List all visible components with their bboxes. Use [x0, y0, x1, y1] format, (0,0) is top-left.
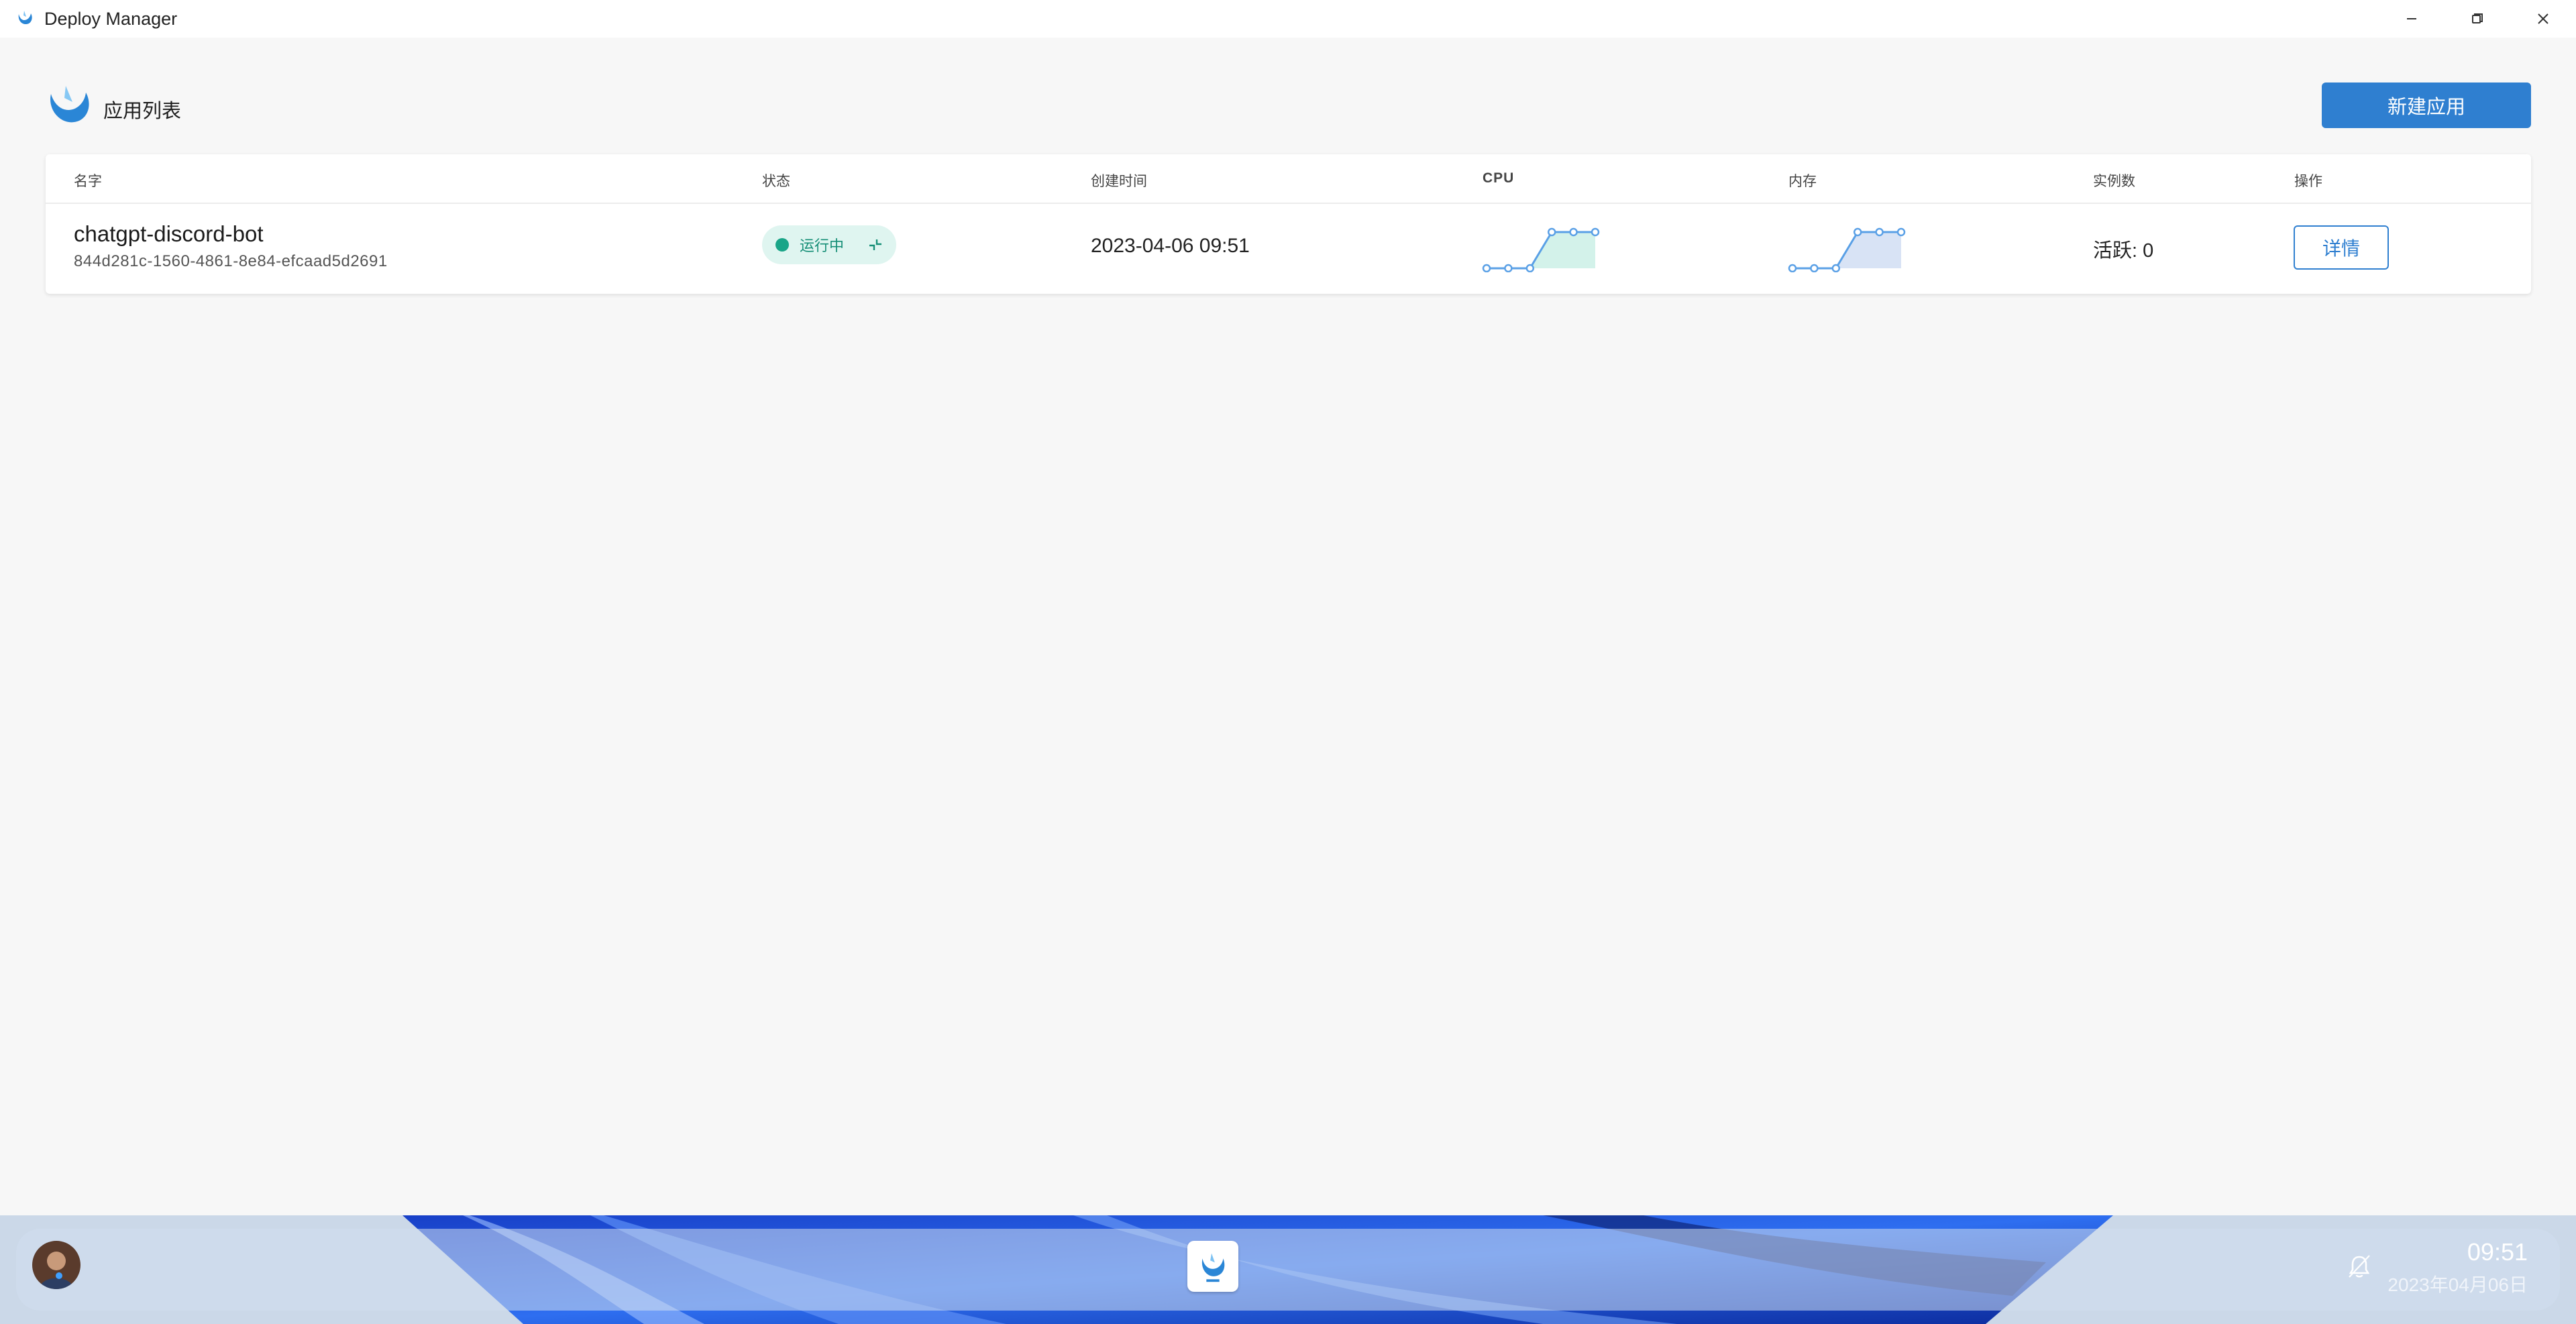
cpu-sparkline-point [1569, 227, 1578, 237]
column-header-memory: 内存 [1788, 174, 1817, 189]
memory-sparkline-point [1853, 227, 1862, 237]
cpu-sparkline-point [1504, 264, 1513, 272]
avatar-image [32, 1241, 80, 1289]
table-header: 名字 状态 创建时间 CPU 内存 实例数 操作 [46, 154, 2531, 204]
minimize-icon [2407, 18, 2416, 19]
column-header-actions: 操作 [2294, 174, 2322, 189]
taskbar-deploy-manager-button[interactable] [1187, 1241, 1238, 1292]
status-badge: 运行中 [762, 225, 896, 264]
clock-date: 2023年04月06日 [2387, 1274, 2528, 1295]
status-label: 运行中 [800, 237, 845, 254]
window-title: Deploy Manager [44, 8, 178, 29]
cpu-sparkline-point [1482, 264, 1491, 272]
column-header-created: 创建时间 [1091, 174, 1147, 189]
cpu-sparkline-point [1591, 227, 1600, 237]
notification-bell-icon[interactable] [2347, 1253, 2372, 1280]
page-title: 应用列表 [103, 101, 182, 122]
taskbar-glass [16, 1229, 2560, 1311]
deploy-manager-logo-icon [18, 11, 32, 25]
minimize-button[interactable] [2379, 0, 2445, 38]
window-titlebar: Deploy Manager [0, 0, 2576, 38]
column-header-status: 状态 [762, 174, 790, 189]
cpu-sparkline-point [1547, 227, 1556, 237]
memory-sparkline [1788, 227, 1906, 272]
restore-button[interactable] [2445, 0, 2510, 38]
memory-sparkline-point [1875, 227, 1884, 237]
clock-time: 09:51 [2467, 1238, 2528, 1266]
cpu-sparkline-point [1525, 264, 1535, 272]
column-header-cpu: CPU [1483, 170, 1515, 186]
created-time: 2023-04-06 09:51 [1091, 235, 1250, 257]
memory-sparkline-point [1831, 264, 1841, 272]
cpu-sparkline [1482, 227, 1600, 272]
new-app-button[interactable]: 新建应用 [2322, 82, 2531, 128]
collapse-icon[interactable] [867, 236, 884, 254]
user-avatar[interactable] [32, 1241, 80, 1289]
instances-count: 活跃: 0 [2093, 240, 2154, 262]
memory-sparkline-point [1896, 227, 1906, 237]
restore-icon [2472, 13, 2483, 23]
memory-sparkline-point [1788, 264, 1797, 272]
close-icon [2538, 13, 2548, 24]
column-header-instances: 实例数 [2093, 174, 2135, 189]
detail-button[interactable]: 详情 [2294, 225, 2389, 270]
close-button[interactable] [2510, 0, 2576, 38]
status-dot [775, 238, 789, 252]
app-logo-icon [50, 86, 89, 123]
memory-sparkline-point [1810, 264, 1819, 272]
app-name[interactable]: chatgpt-discord-bot [74, 221, 263, 247]
column-header-name: 名字 [74, 174, 102, 189]
taskbar [0, 1215, 2576, 1324]
app-table: 名字 状态 创建时间 CPU 内存 实例数 操作 chatgpt-discord… [46, 154, 2531, 294]
deploy-manager-taskbar-icon [1195, 1249, 1230, 1284]
app-id: 844d281c-1560-4861-8e84-efcaad5d2691 [74, 252, 388, 270]
